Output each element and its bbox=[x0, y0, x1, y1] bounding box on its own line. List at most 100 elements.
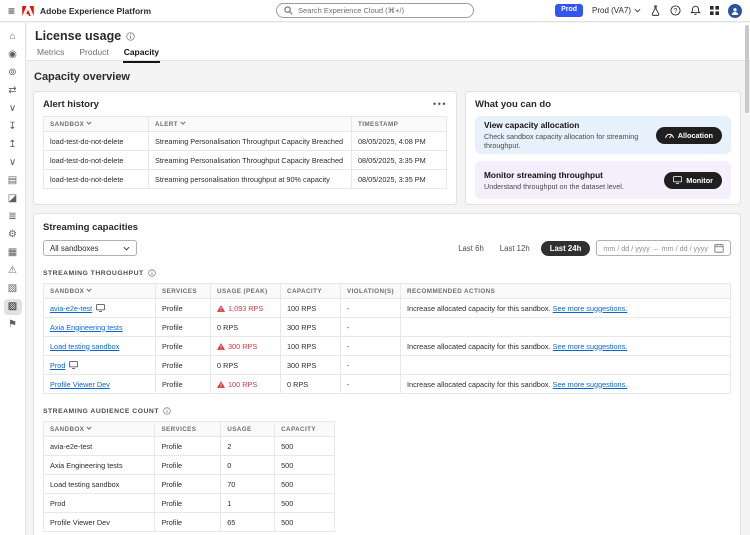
beaker-icon[interactable] bbox=[650, 5, 661, 16]
page-header: License usage Metrics Product Capacity bbox=[27, 23, 750, 61]
table-row[interactable]: load-test-do-not-delete Streaming Person… bbox=[44, 132, 447, 151]
datasets-icon: ▤ bbox=[8, 176, 17, 186]
sidebar-item[interactable]: ∨ bbox=[4, 101, 22, 117]
sort-chevron-icon bbox=[86, 287, 92, 294]
sidebar-item[interactable]: ≣ bbox=[4, 209, 22, 225]
sidebar-item[interactable]: ▤ bbox=[4, 173, 22, 189]
search-input[interactable]: Search Experience Cloud (⌘+/) bbox=[276, 3, 474, 18]
alert-message-cell: Streaming Personalisation Throughput Cap… bbox=[149, 132, 352, 151]
see-more-suggestions-link[interactable]: See more suggestions. bbox=[553, 342, 628, 351]
tags-icon: ⚑ bbox=[8, 320, 17, 330]
card-description: Check sandbox capacity allocation for st… bbox=[484, 132, 648, 150]
table-row: Axia Engineering tests Profile 0 RPS 300… bbox=[44, 318, 731, 337]
sidebar-item[interactable]: ▨ bbox=[4, 299, 22, 315]
sandbox-cell: Axia Engineering tests bbox=[44, 456, 155, 475]
tab[interactable]: Metrics bbox=[36, 47, 65, 63]
sandbox-link[interactable]: Prod bbox=[50, 361, 65, 370]
alert-timestamp-cell: 08/05/2025, 3:35 PM bbox=[352, 151, 447, 170]
table-row[interactable]: load-test-do-not-delete Streaming person… bbox=[44, 170, 447, 189]
recommended-actions-cell: Increase allocated capacity for this san… bbox=[401, 337, 731, 356]
usage-cell: 0 RPS bbox=[211, 356, 281, 375]
capacity-cell: 300 RPS bbox=[281, 356, 341, 375]
sidebar-item[interactable]: ⚠ bbox=[4, 263, 22, 279]
info-icon[interactable] bbox=[163, 407, 171, 415]
sidebar-item[interactable]: ↧ bbox=[4, 119, 22, 135]
usage-cell: 300 RPS bbox=[211, 337, 281, 356]
capacity-cell: 500 bbox=[275, 456, 335, 475]
table-row[interactable]: load-test-do-not-delete Streaming Person… bbox=[44, 151, 447, 170]
violations-cell: - bbox=[341, 299, 401, 318]
usage-cell: 0 RPS bbox=[211, 318, 281, 337]
app-title: Adobe Experience Platform bbox=[40, 6, 151, 16]
sandbox-link[interactable]: avia-e2e-test bbox=[50, 304, 92, 313]
sidebar-item[interactable]: ∨ bbox=[4, 155, 22, 171]
sidebar-item[interactable]: ▦ bbox=[4, 245, 22, 261]
menu-icon[interactable]: ≡ bbox=[8, 5, 15, 17]
apps-grid-icon[interactable] bbox=[710, 6, 719, 15]
usage-cell: 2 bbox=[221, 437, 275, 456]
sidebar-item[interactable]: ⚑ bbox=[4, 317, 22, 333]
table-row: Profile Viewer Dev Profile 65 500 bbox=[44, 513, 335, 532]
monitor-card: Monitor streaming throughput Understand … bbox=[475, 161, 731, 199]
time-filter-button[interactable]: Last 24h bbox=[541, 241, 591, 256]
alert-sandbox-cell: load-test-do-not-delete bbox=[44, 132, 149, 151]
column-header-sandbox[interactable]: Sandbox bbox=[44, 284, 156, 299]
what-you-can-do-title: What you can do bbox=[475, 99, 731, 110]
column-header-alert[interactable]: Alert bbox=[149, 117, 352, 132]
info-icon[interactable] bbox=[126, 32, 135, 41]
monitor-button[interactable]: Monitor bbox=[664, 172, 722, 189]
column-header-timestamp[interactable]: Timestamp bbox=[352, 117, 447, 132]
calendar-icon[interactable] bbox=[714, 243, 724, 253]
bell-icon[interactable] bbox=[690, 5, 701, 16]
audiences-icon: ⊚ bbox=[8, 68, 16, 78]
column-header-capacity: Capacity bbox=[281, 284, 341, 299]
help-icon[interactable]: ? bbox=[670, 5, 681, 16]
tab[interactable]: Product bbox=[78, 47, 109, 63]
time-filter-button[interactable]: Last 6h bbox=[453, 241, 489, 256]
violations-cell: - bbox=[341, 337, 401, 356]
avatar[interactable] bbox=[728, 4, 742, 18]
sidebar-item[interactable]: ◉ bbox=[4, 47, 22, 63]
usage-cell: 1,093 RPS bbox=[211, 299, 281, 318]
sidebar-item[interactable]: ↥ bbox=[4, 137, 22, 153]
see-more-suggestions-link[interactable]: See more suggestions. bbox=[553, 304, 628, 313]
see-more-suggestions-link[interactable]: See more suggestions. bbox=[553, 380, 628, 389]
sandbox-switcher[interactable]: Prod (VA7) bbox=[592, 6, 641, 15]
configure-icon: ⚙ bbox=[8, 230, 17, 240]
date-range-input[interactable]: mm / dd / yyyy – mm / dd / yyyy bbox=[596, 240, 731, 256]
scrollbar-thumb[interactable] bbox=[745, 25, 749, 113]
sidebar-item[interactable]: ⇄ bbox=[4, 83, 22, 99]
sidebar-item[interactable]: ▧ bbox=[4, 281, 22, 297]
sidebar-item[interactable]: ⊚ bbox=[4, 65, 22, 81]
services-cell: Profile bbox=[156, 356, 211, 375]
sandbox-link[interactable]: Profile Viewer Dev bbox=[50, 380, 110, 389]
violations-cell: - bbox=[341, 318, 401, 337]
sidebar-item[interactable]: ⌂ bbox=[4, 29, 22, 45]
chevron-down-icon bbox=[634, 8, 641, 13]
recommended-actions-cell: Increase allocated capacity for this san… bbox=[401, 299, 731, 318]
sandbox-filter-dropdown[interactable]: All sandboxes bbox=[43, 240, 137, 256]
warning-icon bbox=[217, 343, 225, 350]
card-title: View capacity allocation bbox=[484, 120, 648, 130]
sort-chevron-icon bbox=[180, 120, 186, 127]
capacity-cell: 300 RPS bbox=[281, 318, 341, 337]
alerts-icon: ⚠ bbox=[8, 266, 17, 276]
monitor-icon bbox=[69, 361, 78, 369]
column-header-services: Services bbox=[155, 422, 221, 437]
column-header-sandbox[interactable]: Sandbox bbox=[44, 422, 155, 437]
allocation-button[interactable]: Allocation bbox=[656, 127, 722, 144]
more-actions-button[interactable]: ••• bbox=[433, 102, 447, 107]
sandbox-link[interactable]: Axia Engineering tests bbox=[50, 323, 123, 332]
column-header-sandbox[interactable]: Sandbox bbox=[44, 117, 149, 132]
sandbox-link[interactable]: Load testing sandbox bbox=[50, 342, 119, 351]
streaming-capacities-panel: Streaming capacities All sandboxes Last … bbox=[33, 213, 741, 535]
tab[interactable]: Capacity bbox=[123, 47, 160, 63]
chevron-down-icon bbox=[123, 246, 130, 251]
sidebar-item[interactable]: ◪ bbox=[4, 191, 22, 207]
time-filter-button[interactable]: Last 12h bbox=[495, 241, 535, 256]
alert-timestamp-cell: 08/05/2025, 4:08 PM bbox=[352, 132, 447, 151]
info-icon[interactable] bbox=[148, 269, 156, 277]
sidebar-item[interactable]: ⚙ bbox=[4, 227, 22, 243]
gauge-icon bbox=[665, 131, 674, 139]
profiles-icon: ◉ bbox=[8, 50, 17, 60]
